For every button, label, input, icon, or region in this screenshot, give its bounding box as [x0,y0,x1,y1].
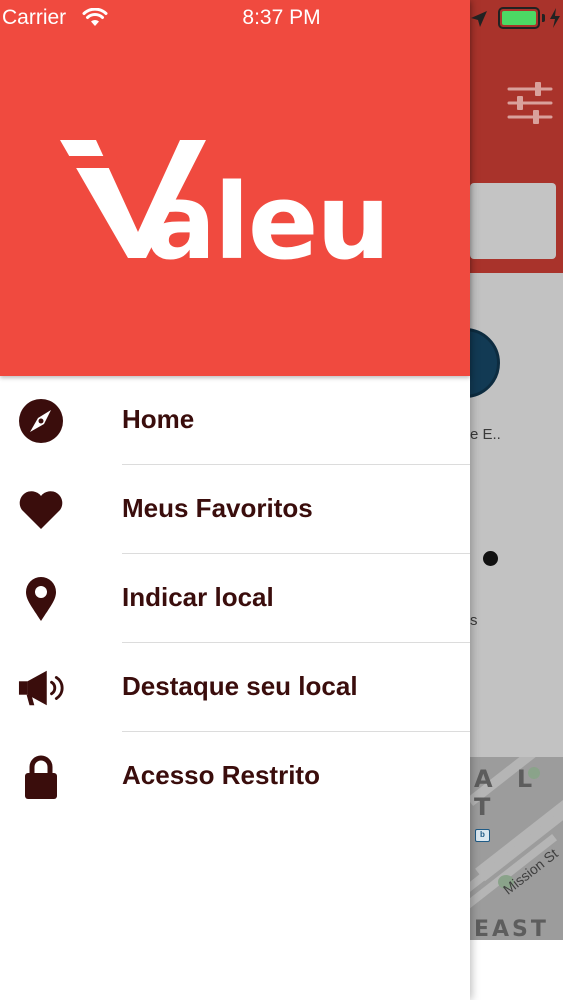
background-page-dot [483,551,498,566]
menu-item-indicar-local[interactable]: Indicar local [0,554,470,643]
status-bar: Carrier 8:37 PM [0,0,563,38]
menu-item-acesso-restrito[interactable]: Acesso Restrito [0,732,470,821]
map-pin-icon [18,576,64,622]
menu-item-destaque[interactable]: Destaque seu local [0,643,470,732]
background-partial-text: s [470,612,478,629]
drawer-menu: Home Meus Favoritos Indicar local Destaq… [0,376,470,821]
map-area-label: A L [474,765,541,793]
charging-bolt-icon [550,8,560,28]
map-area-label-bottom: EAST [474,917,549,940]
menu-item-label: Indicar local [122,582,274,612]
logo-wordmark: aleu [146,161,388,265]
background-search-box[interactable] [470,183,556,259]
menu-item-label: Home [122,404,195,434]
location-arrow-icon [471,11,487,27]
background-map[interactable]: A L T b Mission St EAST [470,757,563,940]
battery-icon [498,7,540,29]
menu-item-home[interactable]: Home [0,376,470,465]
map-area-label-second: T [474,793,491,821]
menu-item-favoritos[interactable]: Meus Favoritos [0,465,470,554]
drawer-header: aleu [0,0,470,376]
compass-icon [18,398,64,444]
filter-sliders-icon[interactable] [505,80,555,126]
background-place-label: e E.. [470,426,501,443]
heart-icon [18,487,64,533]
valeu-logo: aleu [60,140,390,265]
navigation-drawer: aleu Home Meus Favoritos Indicar local D… [0,0,470,1000]
transit-badge-icon: b [475,829,490,842]
lock-icon [18,754,64,800]
menu-item-label: Destaque seu local [122,671,358,701]
megaphone-icon [18,665,64,711]
menu-item-label: Acesso Restrito [122,760,320,790]
menu-item-label: Meus Favoritos [122,493,313,523]
battery-tip [542,14,545,22]
